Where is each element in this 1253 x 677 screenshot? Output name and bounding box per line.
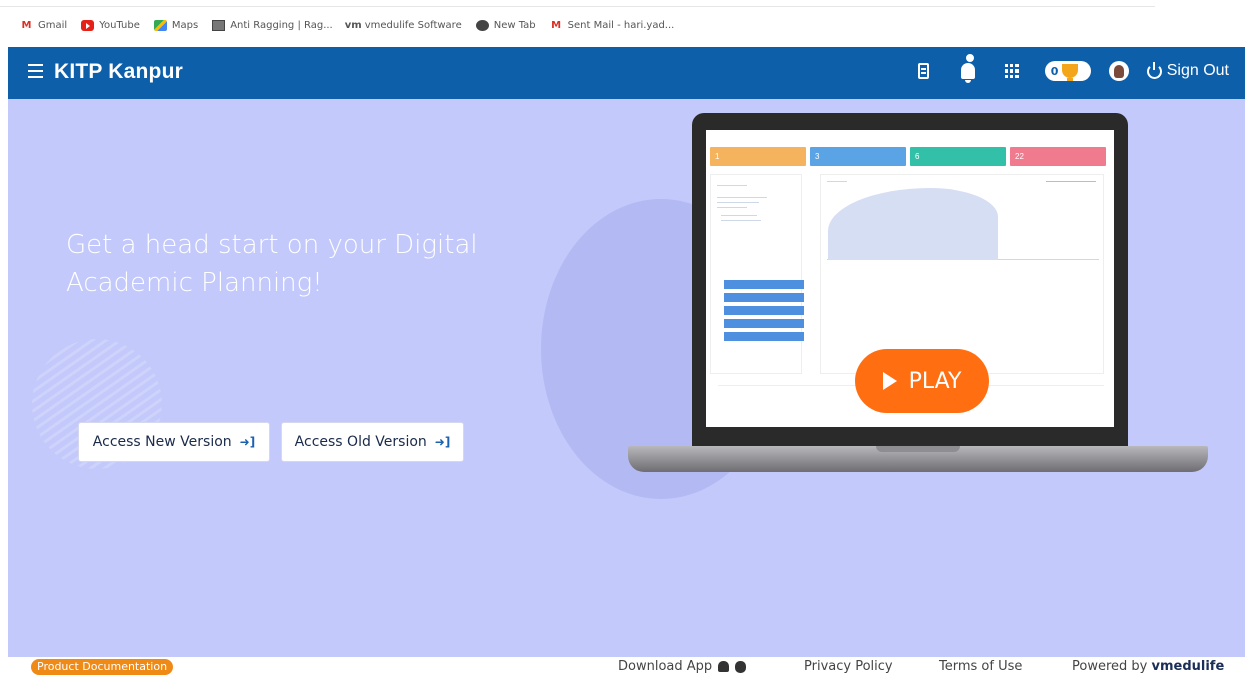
bookmark-label: Anti Ragging | Rag... [230,20,333,31]
hero-headline: Get a head start on your Digital Academi… [66,230,478,298]
privacy-policy-link[interactable]: Privacy Policy [804,659,893,674]
bookmark-vmedulife[interactable]: vm vmedulife Software [344,20,462,31]
sign-in-icon: ➜] [434,435,451,449]
access-new-version-button[interactable]: Access New Version ➜] [78,422,270,462]
access-old-version-button[interactable]: Access Old Version ➜] [281,422,464,462]
powered-by[interactable]: Powered by vmedulife [1072,659,1224,674]
trophy-count: 0 [1050,64,1059,78]
bookmark-anti-ragging[interactable]: Anti Ragging | Rag... [212,20,333,31]
preview-stat-card: 1 [710,147,806,166]
play-icon [882,372,897,390]
vmedulife-icon: vm [344,20,362,31]
apps-grid-icon [1004,64,1019,78]
notifications-button[interactable] [957,53,979,83]
user-avatar[interactable] [1108,61,1129,81]
bookmark-new-tab[interactable]: New Tab [475,20,536,31]
bookmark-list: M Gmail YouTube Maps Anti Ragging | Rag.… [20,20,674,31]
apps-button[interactable] [1001,59,1023,83]
page-footer: Product Documentation Download App Priva… [8,657,1245,677]
bookmark-sent-mail[interactable]: M Sent Mail - hari.yad... [550,20,675,31]
maps-icon [153,20,167,31]
download-app-link[interactable]: Download App [618,659,747,674]
preview-menu-button [724,293,804,302]
bookmark-label: vmedulife Software [364,20,462,31]
bookmark-label: YouTube [99,20,140,31]
preview-stat-card: 6 [910,147,1006,166]
android-icon[interactable] [718,661,730,672]
laptop-notch [876,446,960,452]
preview-menu-button [724,332,804,341]
trophy-button[interactable]: 0 [1044,61,1091,81]
bookmark-gmail[interactable]: M Gmail [20,20,68,31]
document-icon [918,63,930,79]
preview-stat-card: 3 [810,147,906,166]
download-app-label: Download App [618,659,713,674]
power-icon [1146,61,1162,79]
bookmark-label: Maps [171,20,199,31]
address-bar-divider [0,6,1155,7]
sign-out-label: Sign Out [1166,62,1229,79]
preview-menu-button [724,319,804,328]
globe-icon [475,20,489,31]
bell-icon [960,63,975,83]
preview-menu-button [724,306,804,315]
vmedulife-brand: vmedulife [1151,659,1225,674]
notification-badge [964,53,975,63]
gmail-icon: M [551,20,562,31]
bookmark-label: Sent Mail - hari.yad... [567,20,675,31]
document-button[interactable] [913,59,935,83]
bookmark-label: New Tab [493,20,536,31]
product-documentation-link[interactable]: Product Documentation [31,659,174,675]
youtube-icon [81,20,95,31]
preview-left-panel [710,174,802,374]
bookmark-maps[interactable]: Maps [153,20,199,31]
bookmark-youtube[interactable]: YouTube [81,20,140,31]
sign-out-button[interactable]: Sign Out [1146,61,1229,80]
institute-title: KITP Kanpur [54,60,183,83]
bookmarks-bar: M Gmail YouTube Maps Anti Ragging | Rag.… [0,0,1253,46]
terms-of-use-link[interactable]: Terms of Use [939,659,1022,674]
app-header: KITP Kanpur 0 Sign Out [8,47,1245,99]
preview-stat-card: 22 [1010,147,1106,166]
apple-icon[interactable] [735,660,747,673]
powered-by-prefix: Powered by [1072,659,1148,674]
access-old-version-label: Access Old Version [294,434,427,450]
header-actions: 0 Sign Out [891,53,1229,83]
gmail-icon: M [21,20,32,31]
play-label: PLAY [908,368,962,394]
preview-menu-button [724,280,804,289]
play-video-button[interactable]: PLAY [855,349,989,413]
access-new-version-label: Access New Version [92,434,232,450]
trophy-icon [1062,64,1079,81]
hamburger-menu-icon[interactable] [28,64,43,78]
anti-ragging-icon [212,20,226,31]
bookmark-label: Gmail [38,20,68,31]
sign-in-icon: ➜] [239,435,256,449]
